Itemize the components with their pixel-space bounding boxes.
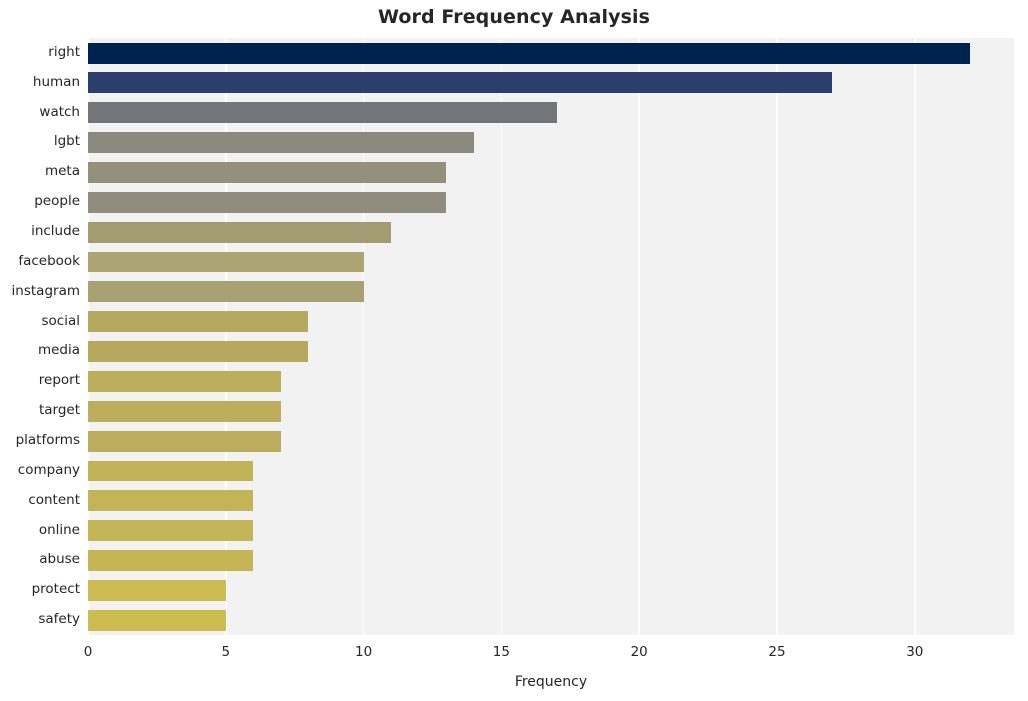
bar-media[interactable]: [88, 341, 309, 363]
bar-abuse[interactable]: [88, 550, 254, 571]
y-tick-label-content: content: [28, 491, 80, 508]
bar-slot: [88, 187, 1014, 217]
y-tick-label-platforms: platforms: [15, 431, 80, 448]
bar-protect[interactable]: [88, 579, 226, 601]
x-tick-label-10: 10: [355, 644, 373, 660]
chart-figure: Word Frequency Analysis right human watch l…: [0, 0, 1028, 701]
y-axis-tick-labels: right human watch lgbt meta people include face…: [0, 38, 80, 635]
plot-area: [88, 38, 1014, 635]
y-tick-label-online: online: [38, 521, 80, 538]
bar-slot: [88, 128, 1014, 158]
bar-human[interactable]: [88, 72, 833, 94]
chart-title: Word Frequency Analysis: [377, 6, 651, 28]
x-tick-label-30: 30: [906, 644, 924, 660]
y-tick-label-include: include: [31, 223, 80, 240]
y-tick-label-right: right: [48, 43, 80, 60]
bar-slot: [88, 98, 1014, 128]
bar-slot: [88, 426, 1014, 456]
bar-right[interactable]: [88, 42, 970, 64]
x-tick-label-0: 0: [83, 644, 93, 660]
bar-slot: [88, 516, 1014, 546]
bar-slot: [88, 68, 1014, 98]
x-tick-label-20: 20: [630, 644, 648, 660]
y-tick-label-social: social: [41, 312, 81, 329]
x-tick-label-5: 5: [221, 644, 231, 660]
y-tick-label-people: people: [34, 193, 80, 210]
bar-facebook[interactable]: [88, 251, 364, 273]
x-axis-title: Frequency: [514, 674, 588, 690]
bar-slot: [88, 366, 1014, 396]
bar-slot: [88, 605, 1014, 635]
y-tick-label-facebook: facebook: [18, 252, 80, 269]
bar-slot: [88, 486, 1014, 516]
bar-slot: [88, 456, 1014, 486]
bar-slot: [88, 217, 1014, 247]
bar-slot: [88, 307, 1014, 337]
y-tick-label-media: media: [37, 342, 80, 359]
bar-slot: [88, 277, 1014, 307]
bar-watch[interactable]: [88, 102, 557, 124]
x-tick-label-15: 15: [492, 644, 510, 660]
bar-slot: [88, 157, 1014, 187]
bar-safety[interactable]: [88, 609, 226, 631]
y-tick-label-watch: watch: [39, 103, 80, 120]
bar-target[interactable]: [88, 400, 281, 422]
bar-lgbt[interactable]: [88, 132, 474, 154]
y-tick-label-company: company: [17, 461, 80, 478]
y-tick-label-lgbt: lgbt: [53, 133, 80, 150]
y-tick-label-protect: protect: [31, 581, 80, 598]
y-tick-label-safety: safety: [38, 611, 80, 628]
y-tick-label-meta: meta: [44, 163, 80, 180]
x-tick-label-25: 25: [768, 644, 786, 660]
bar-include[interactable]: [88, 221, 392, 243]
bar-report[interactable]: [88, 370, 281, 392]
bar-people[interactable]: [88, 191, 447, 213]
bar-company[interactable]: [88, 460, 254, 482]
y-tick-label-human: human: [32, 73, 80, 90]
x-axis-tick-labels: 0 5 10 15 20 25 30: [0, 644, 1028, 666]
y-tick-label-report: report: [38, 372, 80, 389]
y-tick-label-instagram: instagram: [11, 282, 80, 299]
bar-slot: [88, 396, 1014, 426]
bar-slot: [88, 38, 1014, 68]
bar-instagram[interactable]: [88, 281, 364, 303]
bar-meta[interactable]: [88, 162, 447, 183]
bar-platforms[interactable]: [88, 430, 281, 452]
bar-series: [88, 38, 1014, 635]
y-tick-label-target: target: [38, 402, 80, 419]
bar-social[interactable]: [88, 311, 309, 333]
bar-slot: [88, 247, 1014, 277]
bar-slot: [88, 545, 1014, 575]
bar-slot: [88, 575, 1014, 605]
y-tick-label-abuse: abuse: [39, 551, 80, 568]
bar-slot: [88, 337, 1014, 367]
bar-content[interactable]: [88, 490, 254, 512]
bar-online[interactable]: [88, 520, 254, 542]
